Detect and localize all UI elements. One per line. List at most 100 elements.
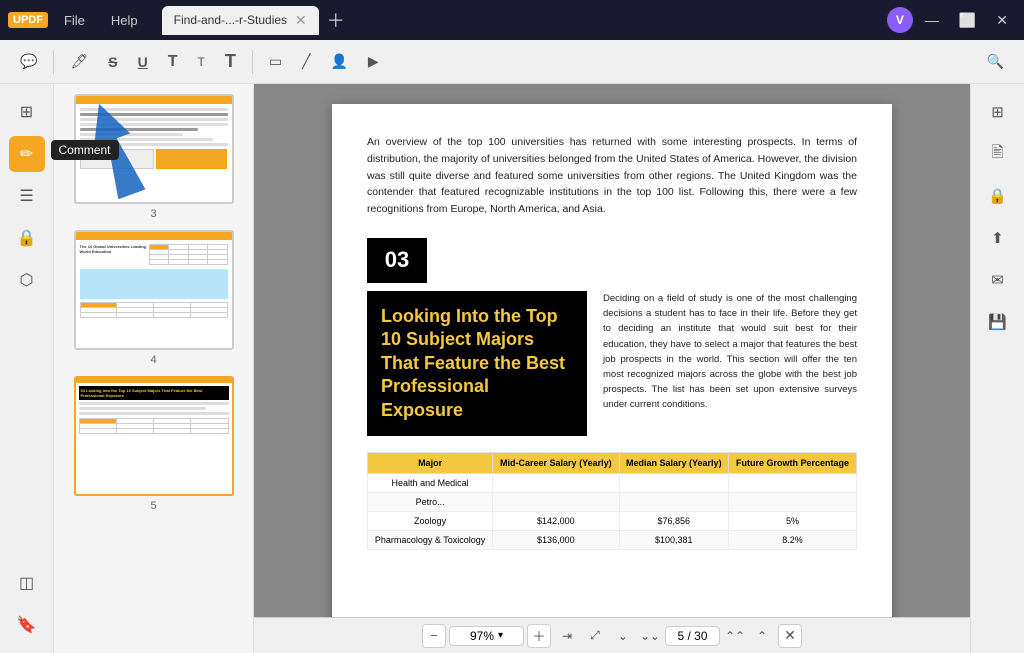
table-cell: Petro...	[368, 492, 493, 511]
right-sidebar-snap-button[interactable]: ⊞	[980, 94, 1016, 130]
thumbnail-panel: 3 The 10 Global Universities Leading Wor…	[54, 84, 254, 653]
search-button[interactable]: 🔍	[979, 49, 1012, 74]
thumb-label-4: 4	[150, 354, 156, 366]
shapes-button[interactable]: ▭	[261, 49, 290, 74]
page-navigation: ⌄ ⌄⌄ 5 / 30 ⌃⌃ ⌃	[611, 624, 774, 648]
active-tab[interactable]: Find-and-...-r-Studies ✕	[162, 6, 319, 35]
table-cell: Health and Medical	[368, 473, 493, 492]
table-cell-median: $100,381	[619, 530, 729, 549]
table-header-median: Median Salary (Yearly)	[619, 452, 729, 473]
table-cell-median: $76,856	[619, 511, 729, 530]
help-menu[interactable]: Help	[101, 9, 148, 32]
user-icon-button[interactable]: 👤	[322, 49, 355, 74]
toolbar-separator-2	[252, 50, 253, 74]
tab-area: Find-and-...-r-Studies ✕ ＋	[162, 3, 881, 37]
close-bar-button[interactable]: ✕	[778, 624, 802, 648]
sidebar-bookmark-button[interactable]: 🔖	[9, 607, 45, 643]
thumb-header-3	[76, 96, 232, 104]
thumb-header-4	[76, 232, 232, 240]
minimize-button[interactable]: —	[917, 8, 947, 32]
main-area: ⊞ ✏ Comment ☰ 🔒 ⬡ ◫ 🔖	[0, 84, 1024, 653]
fit-to-width-button[interactable]: ⇥	[555, 624, 579, 648]
table-header-major: Major	[368, 452, 493, 473]
sidebar-lock-button[interactable]: 🔒	[9, 220, 45, 256]
prev-page-button[interactable]: ⌄	[611, 624, 635, 648]
zoom-display[interactable]: 97% ▾	[449, 626, 524, 646]
table-cell-major: Zoology	[368, 511, 493, 530]
current-page: 5	[677, 629, 684, 643]
comment-tooltip: Comment	[51, 140, 119, 160]
intro-paragraph: An overview of the top 100 universities …	[367, 134, 857, 218]
table-row: Pharmacology & Toxicology $136,000 $100,…	[368, 530, 857, 549]
table-header-growth: Future Growth Percentage	[729, 452, 857, 473]
highlight-button[interactable]: 🖊	[62, 49, 96, 74]
tab-label: Find-and-...-r-Studies	[174, 13, 287, 27]
new-tab-button[interactable]: ＋	[319, 3, 353, 37]
table-cell-growth: 5%	[729, 511, 857, 530]
table-cell-midcareer: $136,000	[493, 530, 619, 549]
window-controls: V — ⬜ ✕	[887, 7, 1016, 33]
last-page-button[interactable]: ⌃⌃	[723, 624, 747, 648]
right-sidebar-convert-button[interactable]: 🖹	[980, 136, 1016, 172]
bottom-toolbar: − 97% ▾ ＋ ⇥ ⤢ ⌄ ⌄⌄ 5 / 30 ⌃⌃ ⌃ ✕	[254, 617, 970, 653]
table-cell-growth: 8.2%	[729, 530, 857, 549]
zoom-out-button[interactable]: −	[422, 624, 446, 648]
sidebar-layers-button[interactable]: ◫	[9, 565, 45, 601]
right-sidebar: ⊞ 🖹 🔒 ⬆ ✉ 💾	[970, 84, 1024, 653]
text-button-3[interactable]: T	[217, 47, 244, 76]
strikethrough-button[interactable]: S	[100, 50, 125, 74]
salary-table: Major Mid-Career Salary (Yearly) Median …	[367, 452, 857, 550]
right-sidebar-lock-button[interactable]: 🔒	[980, 178, 1016, 214]
zoom-controls: − 97% ▾ ＋	[422, 624, 551, 648]
left-sidebar: ⊞ ✏ Comment ☰ 🔒 ⬡ ◫ 🔖	[0, 84, 54, 653]
pdf-page: An overview of the top 100 universities …	[332, 104, 892, 653]
table-cell-midcareer: $142,000	[493, 511, 619, 530]
sidebar-pages-button[interactable]: ☰	[9, 178, 45, 214]
right-sidebar-save-button[interactable]: 💾	[980, 304, 1016, 340]
zoom-value: 97%	[470, 629, 494, 643]
flag-button[interactable]: ▶	[360, 49, 387, 74]
pdf-viewer[interactable]: An overview of the top 100 universities …	[254, 84, 970, 653]
sidebar-share-button[interactable]: ⬡	[9, 262, 45, 298]
sidebar-comment-button[interactable]: ✏ Comment	[9, 136, 45, 172]
table-cell	[729, 473, 857, 492]
thumb-label-3: 3	[150, 208, 156, 220]
first-page-button[interactable]: ⌄⌄	[638, 624, 662, 648]
table-cell	[729, 492, 857, 511]
section-title: Looking Into the Top 10 Subject Majors T…	[367, 291, 587, 436]
section-content: Looking Into the Top 10 Subject Majors T…	[367, 291, 857, 436]
zoom-in-button[interactable]: ＋	[527, 624, 551, 648]
underline-button[interactable]: U	[130, 50, 156, 74]
page-display[interactable]: 5 / 30	[665, 626, 720, 646]
title-bar: UPDF File Help Find-and-...-r-Studies ✕ …	[0, 0, 1024, 40]
text-button-2[interactable]: T	[189, 51, 212, 73]
total-pages: 30	[694, 629, 707, 643]
thumb-body-3	[76, 104, 232, 173]
thumb-body-4: The 10 Global Universities Leading World…	[76, 240, 232, 322]
thumbnail-page-4[interactable]: The 10 Global Universities Leading World…	[62, 230, 245, 366]
text-button-1[interactable]: T	[160, 49, 186, 75]
section-number: 03	[367, 238, 427, 283]
next-page-button[interactable]: ⌃	[750, 624, 774, 648]
file-menu[interactable]: File	[54, 9, 95, 32]
section-description: Deciding on a field of study is one of t…	[603, 291, 857, 436]
table-cell	[493, 473, 619, 492]
toolbar-separator-1	[53, 50, 54, 74]
table-cell	[619, 473, 729, 492]
thumbnail-page-5[interactable]: 03 Looking Into the Top 10 Subject Major…	[62, 376, 245, 512]
fit-page-button[interactable]: ⤢	[583, 624, 607, 648]
thumbnail-image-5[interactable]: 03 Looking Into the Top 10 Subject Major…	[74, 376, 234, 496]
table-header-midcareer: Mid-Career Salary (Yearly)	[493, 452, 619, 473]
thumbnail-image-4[interactable]: The 10 Global Universities Leading World…	[74, 230, 234, 350]
avatar[interactable]: V	[887, 7, 913, 33]
maximize-button[interactable]: ⬜	[951, 8, 984, 33]
comment-tool-button[interactable]: 💬	[12, 49, 45, 74]
right-sidebar-share-button[interactable]: ⬆	[980, 220, 1016, 256]
table-row: Health and Medical	[368, 473, 857, 492]
close-window-button[interactable]: ✕	[988, 8, 1016, 33]
sidebar-thumbnails-button[interactable]: ⊞	[9, 94, 45, 130]
tab-close-button[interactable]: ✕	[295, 12, 307, 29]
zoom-dropdown-icon[interactable]: ▾	[498, 630, 503, 641]
draw-button[interactable]: ╱	[294, 49, 318, 74]
right-sidebar-mail-button[interactable]: ✉	[980, 262, 1016, 298]
